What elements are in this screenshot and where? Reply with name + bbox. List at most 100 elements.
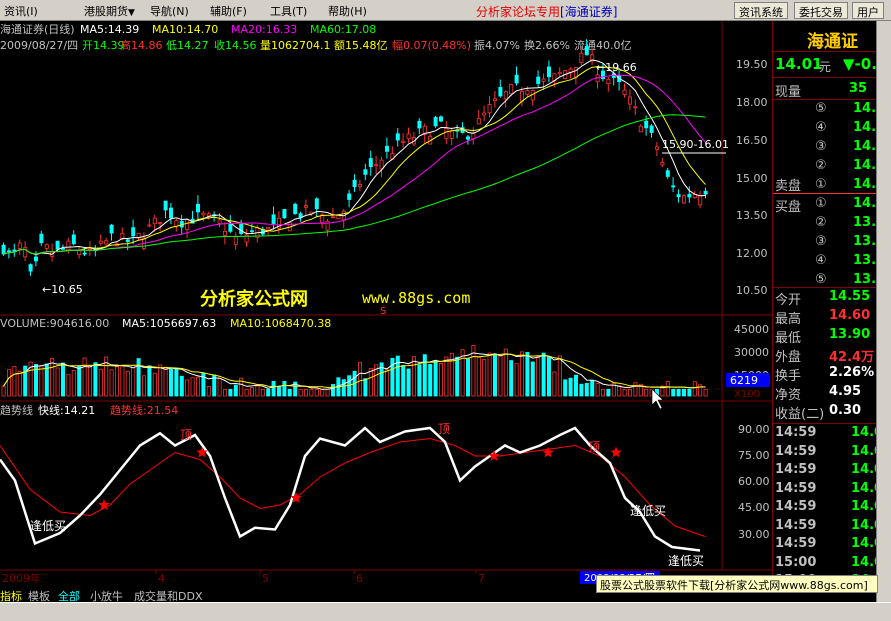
volume-bar <box>525 351 530 397</box>
level-index: ⑤ <box>815 101 827 116</box>
price-tick: 18.00 <box>736 96 768 109</box>
candle <box>536 76 541 84</box>
menu-tools[interactable]: 工具(T) <box>270 3 307 19</box>
trend-tick: 60.00 <box>738 475 770 488</box>
menu-bar: 资讯(I) 港股期货▼ 导航(N) 辅助(F) 工具(T) 帮助(H) 分析家论… <box>0 0 891 21</box>
volume-bar <box>50 357 55 397</box>
price-change: ▼-0. <box>843 55 876 73</box>
volume-bar <box>622 388 627 397</box>
candle <box>476 118 481 125</box>
candle <box>39 233 44 244</box>
volume-bar <box>174 367 179 397</box>
price-tick: 15.00 <box>736 172 768 185</box>
current-volume-row: 现量 35 <box>775 81 868 100</box>
trend-slow-label: 趋势线:21.54 <box>110 403 178 417</box>
volume-bar <box>131 365 136 397</box>
candle <box>314 198 319 210</box>
stat-row: 最低 13.90 <box>775 327 876 346</box>
volume-bar <box>595 383 600 397</box>
volume-bar <box>168 368 173 397</box>
menu-hk-futures[interactable]: 港股期货▼ <box>84 3 135 19</box>
stat-label: 最高 <box>775 312 802 327</box>
volume-bar <box>39 365 44 397</box>
volume-bar <box>330 384 335 397</box>
level-index: ② <box>815 158 827 173</box>
buy-level-row: ② 13.9 <box>775 215 876 233</box>
volume-bar <box>93 362 98 397</box>
volume-bar <box>185 379 190 397</box>
ad-banner[interactable]: 股票公式股票软件下载[分析家公式网www.88gs.com] <box>596 575 878 593</box>
volume-bar <box>530 361 535 397</box>
stat-label: 净资 <box>775 388 802 403</box>
volume-bar <box>579 383 584 397</box>
volume-axis: 45000 30000 15000 6219 X100 <box>726 323 770 400</box>
candle <box>266 227 271 230</box>
level-price: 14.0 <box>853 158 876 173</box>
stat-value: 14.60 <box>829 308 871 323</box>
high-annotation: ←19.66 <box>596 61 637 74</box>
buy-label: 逢低买 <box>668 554 704 568</box>
volume-ma10-label: MA10:1068470.38 <box>230 317 331 330</box>
candle <box>503 91 508 100</box>
volume-bar <box>233 384 238 397</box>
level-index: ① <box>815 196 827 211</box>
volume-bar <box>298 388 303 397</box>
candle <box>163 200 168 211</box>
ma5-line <box>3 59 706 256</box>
candle <box>152 217 157 225</box>
volume-bar <box>368 368 373 397</box>
trend-labels: 顶 顶 顶 逢低买 逢低买 逢低买 <box>30 422 704 568</box>
stat-row: 换手 2.26% <box>775 365 876 384</box>
price-axis: 19.50 18.00 16.50 15.00 13.50 12.00 10.5… <box>736 58 768 297</box>
volume-bar <box>606 388 611 397</box>
chart-area[interactable]: 海通证券(日线) MA5:14.39 MA10:14.70 MA20:16.33… <box>0 21 772 588</box>
candle <box>239 223 244 234</box>
signal-star-icon <box>610 446 622 458</box>
volume-bar <box>482 359 487 397</box>
candle <box>638 125 643 133</box>
tick-time: 14:59 <box>775 443 817 459</box>
candle <box>682 195 687 204</box>
menu-info[interactable]: 资讯(I) <box>4 3 38 19</box>
info-system-button[interactable]: 资讯系统 <box>734 2 788 19</box>
tick-time: 14:59 <box>775 425 817 440</box>
candle <box>509 84 514 95</box>
candle <box>541 78 546 82</box>
candle <box>676 194 681 198</box>
level-price: 13.9 <box>853 253 876 268</box>
stat-row: 收益(二) 0.30 <box>775 403 876 422</box>
menu-navigate[interactable]: 导航(N) <box>150 3 189 19</box>
volume-bar <box>271 381 276 397</box>
level-index: ② <box>815 215 827 230</box>
volume-bar <box>509 360 514 397</box>
sell-label: 卖盘 <box>775 179 802 194</box>
volume-header: VOLUME:904616.00 MA5:1056697.63 MA10:106… <box>0 317 331 330</box>
candle <box>406 133 411 140</box>
candle <box>449 130 454 139</box>
close-label: 收14.56 <box>214 38 257 52</box>
vertical-scrollbar[interactable] <box>876 21 891 602</box>
level-price: 13.9 <box>853 215 876 230</box>
menu-assist[interactable]: 辅助(F) <box>210 3 247 19</box>
volume-bar <box>492 353 497 397</box>
candle <box>622 89 627 95</box>
volume-bar <box>536 356 541 397</box>
x-tick: 2009年 <box>2 571 41 585</box>
menu-help[interactable]: 帮助(H) <box>328 3 367 19</box>
candle <box>482 112 487 116</box>
volume-bar <box>444 356 449 397</box>
volume-bar <box>152 372 157 397</box>
candle <box>438 116 443 122</box>
level-index: ④ <box>815 120 827 135</box>
candle <box>23 247 28 258</box>
candle <box>579 52 584 64</box>
stat-label: 最低 <box>775 331 802 346</box>
volume-bar <box>428 363 433 397</box>
trade-button[interactable]: 委托交易 <box>794 2 848 19</box>
candle <box>471 132 476 140</box>
ma10-label: MA10:14.70 <box>152 23 218 36</box>
x-tick: 6 <box>356 572 363 585</box>
candle <box>487 104 492 114</box>
user-button[interactable]: 用户 <box>852 2 884 19</box>
candle <box>125 239 130 243</box>
